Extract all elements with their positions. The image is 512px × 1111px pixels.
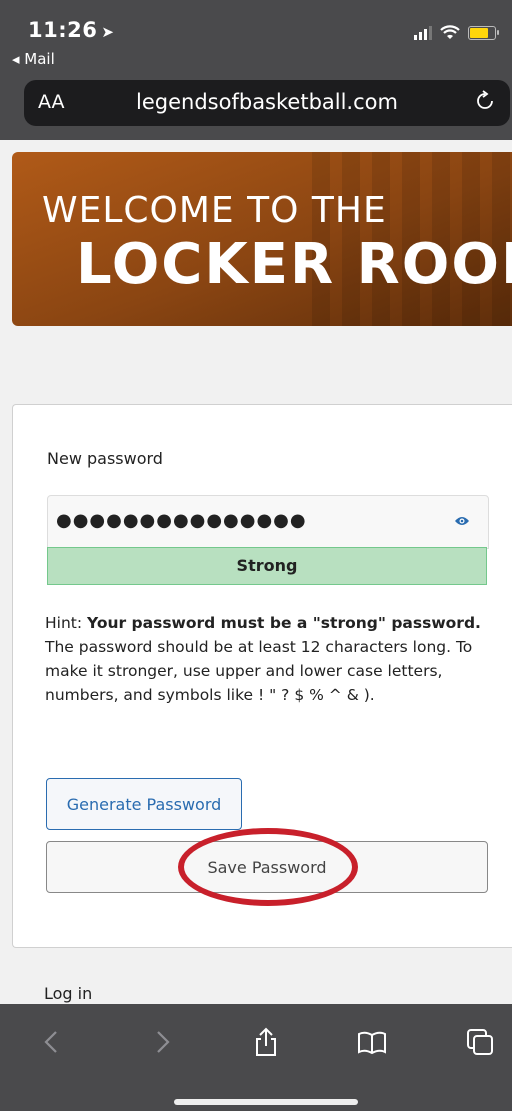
clock-text: 11:26 (28, 18, 98, 42)
share-icon[interactable] (250, 1026, 282, 1058)
signal-icon (414, 26, 432, 40)
reload-icon[interactable] (472, 88, 498, 114)
tabs-icon[interactable] (464, 1026, 496, 1058)
browser-top-chrome: 11:26 ➤ ◂ Mail AA legendsofbasketball.com (0, 0, 512, 140)
generate-password-button[interactable]: Generate Password (46, 778, 242, 830)
browser-bottom-toolbar (0, 1004, 512, 1111)
new-password-label: New password (47, 449, 163, 468)
address-bar[interactable]: AA legendsofbasketball.com (24, 80, 510, 126)
hero-title-line1: WELCOME TO THE (42, 190, 387, 231)
login-link[interactable]: Log in (44, 984, 92, 1003)
status-time: 11:26 ➤ (28, 18, 114, 42)
password-mask: ●●●●●●●●●●●●●●● (56, 510, 307, 531)
new-password-input[interactable]: ●●●●●●●●●●●●●●● (47, 495, 489, 549)
password-strength-meter: Strong (47, 547, 487, 585)
url-domain[interactable]: legendsofbasketball.com (24, 90, 510, 114)
back-icon[interactable] (36, 1026, 68, 1058)
hero-banner: WELCOME TO THE LOCKER ROOM (12, 152, 512, 326)
annotation-circle (178, 828, 358, 906)
location-arrow-icon: ➤ (101, 23, 115, 41)
hint-prefix: Hint: (45, 614, 88, 632)
forward-icon[interactable] (146, 1026, 178, 1058)
bookmarks-icon[interactable] (356, 1026, 388, 1058)
hint-bold: Your password must be a "strong" passwor… (87, 614, 481, 632)
password-hint: Hint: Your password must be a "strong" p… (45, 611, 495, 707)
status-icons (414, 24, 499, 42)
battery-icon (468, 26, 499, 40)
hero-title-line2: LOCKER ROOM (76, 232, 512, 297)
back-to-mail-link[interactable]: ◂ Mail (12, 50, 55, 68)
wifi-icon (440, 25, 460, 39)
hint-rest: The password should be at least 12 chara… (45, 638, 473, 704)
home-indicator (174, 1099, 358, 1105)
eye-icon[interactable] (454, 515, 470, 527)
